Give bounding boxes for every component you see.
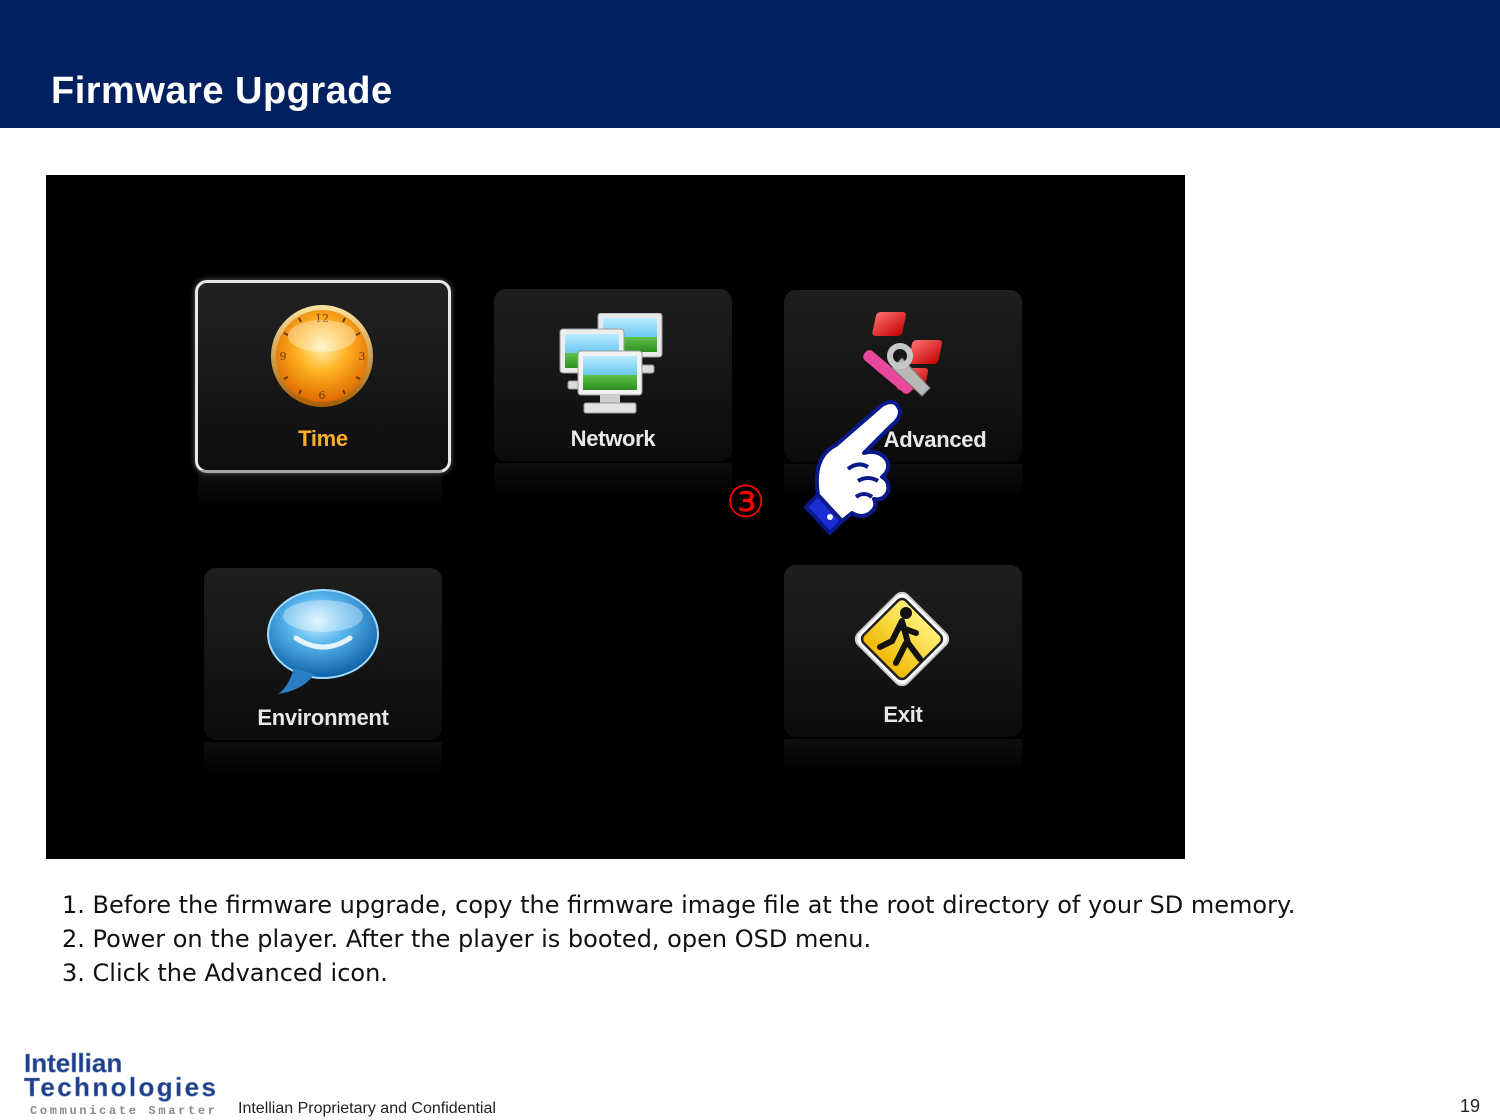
- pointing-hand-icon: [804, 400, 902, 535]
- logo-tagline: Communicate Smarter: [30, 1104, 216, 1118]
- svg-text:9: 9: [280, 350, 287, 363]
- tile-time-label: Time: [298, 426, 348, 451]
- step-marker: ③: [726, 477, 766, 528]
- tile-reflection: [784, 739, 1022, 773]
- svg-text:6: 6: [319, 389, 326, 402]
- tile-network-label: Network: [570, 426, 656, 451]
- slide-title: Firmware Upgrade: [51, 70, 393, 112]
- speech-bubble-icon: [267, 589, 379, 694]
- clock-icon: 12 3 6 9: [271, 305, 373, 407]
- tile-time[interactable]: 12 3 6 9 Time: [195, 280, 451, 473]
- tile-environment[interactable]: Environment: [204, 568, 442, 740]
- logo-line2: Technologies: [24, 1072, 216, 1102]
- instruction-step: 3. Click the Advanced icon.: [62, 959, 388, 987]
- instruction-step: 2. Power on the player. After the player…: [62, 925, 872, 953]
- svg-text:3: 3: [359, 350, 366, 363]
- tile-reflection: [494, 463, 732, 497]
- page-number: 19: [1459, 1096, 1480, 1116]
- tile-environment-label: Environment: [257, 705, 389, 730]
- tile-network[interactable]: Network: [494, 289, 732, 461]
- tile-exit-label: Exit: [883, 702, 923, 727]
- network-icon: [559, 313, 663, 414]
- tile-reflection: [198, 470, 442, 510]
- confidential-notice: Intellian Proprietary and Confidential: [238, 1100, 496, 1117]
- osd-screen: 12 3 6 9 Time Network Advanced Environme…: [46, 175, 1185, 859]
- instruction-step: 1. Before the firmware upgrade, copy the…: [62, 891, 1296, 919]
- tile-exit[interactable]: Exit: [784, 565, 1022, 737]
- exit-sign-icon: [854, 591, 950, 687]
- instruction-list: 1. Before the firmware upgrade, copy the…: [62, 888, 1295, 990]
- tile-reflection: [204, 742, 442, 776]
- company-logo: Intellian Technologies Communicate Smart…: [24, 1050, 216, 1118]
- slide-header: Firmware Upgrade: [0, 0, 1500, 128]
